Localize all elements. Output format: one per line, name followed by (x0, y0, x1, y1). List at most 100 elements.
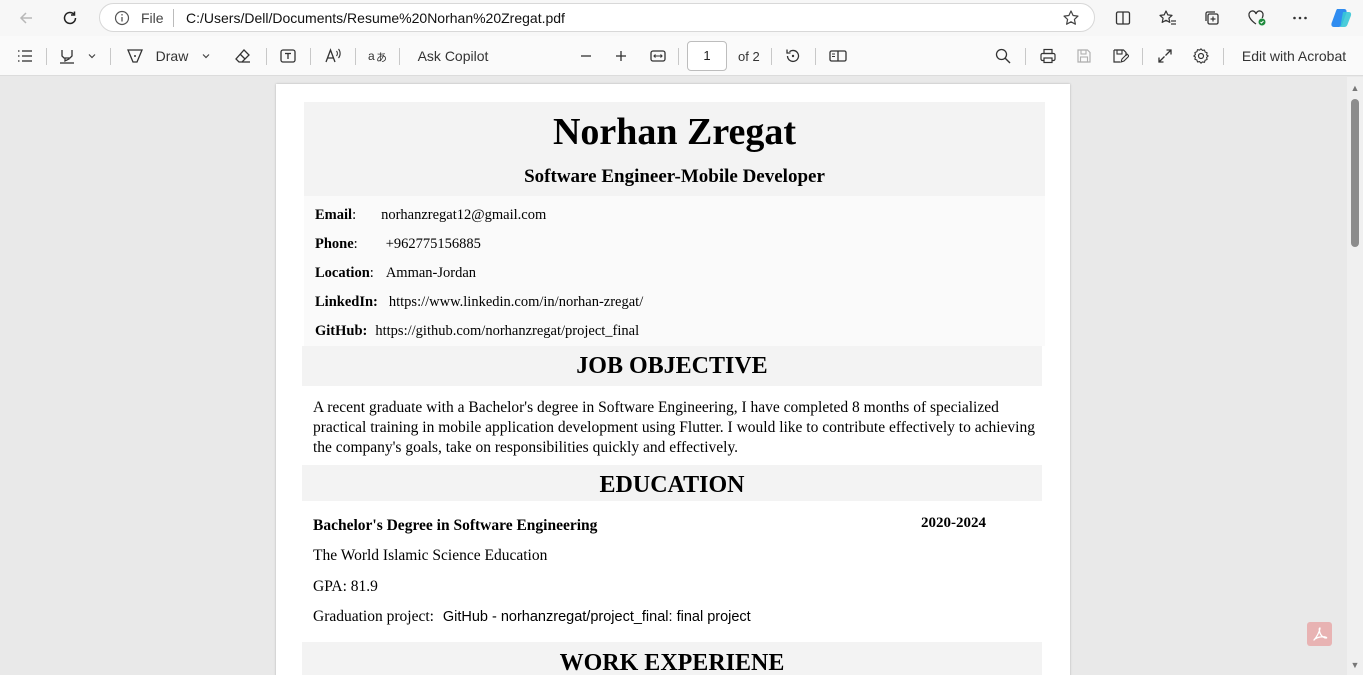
search-icon (995, 48, 1011, 64)
page-view-button[interactable] (827, 44, 849, 68)
toolbar-divider (355, 48, 356, 65)
browser-address-bar: File C:/Users/Dell/Documents/Resume%20No… (0, 0, 1363, 36)
toolbar-divider (110, 48, 111, 65)
resume-name: Norhan Zregat (552, 111, 797, 153)
education-project: Graduation project: GitHub - norhanzrega… (313, 608, 751, 626)
education-heading: EDUCATION (302, 465, 1042, 501)
zoom-in-button[interactable] (611, 44, 631, 68)
education-degree: Bachelor's Degree in Software Engineerin… (313, 517, 598, 534)
contact-location-row: Location: Amman-Jordan (315, 265, 476, 282)
settings-button[interactable] (1190, 44, 1212, 68)
add-text-button[interactable] (277, 44, 299, 68)
save-as-button[interactable] (1109, 44, 1131, 68)
fit-to-page-button[interactable] (647, 44, 669, 68)
scroll-thumb[interactable] (1351, 99, 1359, 247)
toolbar-divider (310, 48, 311, 65)
draw-label: Draw (155, 48, 189, 64)
file-scheme-label: File (141, 10, 164, 26)
erase-button[interactable] (232, 44, 254, 68)
draw-options-dropdown[interactable] (198, 44, 214, 68)
email-label: Email (315, 207, 353, 223)
linkedin-link[interactable]: https://www.linkedin.com/in/norhan-zrega… (389, 294, 643, 310)
graduation-project-link[interactable]: GitHub - norhanzregat/project_final: fin… (443, 609, 751, 625)
zoom-out-button[interactable] (576, 44, 596, 68)
pdf-page: Norhan Zregat Software Engineer-Mobile D… (276, 84, 1070, 675)
list-icon (18, 50, 32, 62)
copilot-icon (1331, 9, 1352, 27)
translate-button[interactable]: aあ (366, 44, 388, 68)
browser-essentials-button[interactable] (1244, 5, 1270, 31)
ask-copilot-button[interactable]: Ask Copilot (416, 44, 490, 68)
email-value[interactable]: norhanzregat12@gmail.com (381, 207, 546, 223)
page-total-label: of 2 (738, 49, 760, 64)
edit-with-acrobat-button[interactable]: Edit with Acrobat (1238, 44, 1350, 68)
gear-icon (1193, 48, 1209, 64)
toolbar-divider (1223, 48, 1224, 65)
scroll-down-icon[interactable]: ▼ (1350, 660, 1360, 670)
save-disk-icon (1077, 49, 1091, 63)
highlight-button[interactable] (56, 44, 78, 68)
toolbar-divider (815, 48, 816, 65)
url-divider (173, 9, 174, 27)
resume-title: Software Engineer-Mobile Developer (524, 166, 825, 187)
print-button[interactable] (1037, 44, 1059, 68)
read-aloud-button[interactable] (322, 44, 344, 68)
highlight-options-dropdown[interactable] (84, 44, 100, 68)
fit-width-icon (650, 50, 666, 62)
toolbar-divider (1025, 48, 1026, 65)
vertical-scrollbar[interactable]: ▲ ▼ (1347, 77, 1363, 675)
graduation-project-label: Graduation project: (313, 608, 434, 625)
eraser-icon (235, 49, 250, 63)
acrobat-button[interactable] (1307, 622, 1332, 646)
favorite-star-icon[interactable] (1062, 9, 1080, 27)
toolbar-divider (771, 48, 772, 65)
contents-button[interactable] (14, 44, 36, 68)
search-button[interactable] (992, 44, 1014, 68)
highlighter-icon (60, 50, 74, 64)
copilot-button[interactable] (1329, 5, 1355, 31)
favorites-icon (1159, 10, 1176, 25)
translate-icon: aあ (368, 49, 387, 64)
more-menu-button[interactable] (1287, 5, 1313, 31)
job-objective-text: A recent graduate with a Bachelor's degr… (313, 399, 1035, 456)
toolbar-divider (1142, 48, 1143, 65)
collections-button[interactable] (1199, 5, 1225, 31)
split-screen-button[interactable] (1110, 5, 1136, 31)
url-text[interactable]: C:/Users/Dell/Documents/Resume%20Norhan%… (186, 10, 565, 26)
email-colon: : (352, 207, 357, 223)
phone-value: +962775156885 (385, 236, 481, 252)
toolbar-divider (266, 48, 267, 65)
pdf-toolbar: Draw aあ Ask Copilot 1 of 2 Edit with Acr… (0, 36, 1363, 76)
education-years: 2020-2024 (921, 515, 986, 531)
svg-text:a: a (368, 49, 375, 63)
save-as-icon (1113, 49, 1129, 63)
rotate-icon (786, 49, 800, 63)
split-screen-icon (1115, 11, 1131, 25)
url-box[interactable]: File C:/Users/Dell/Documents/Resume%20No… (99, 3, 1095, 32)
education-school: The World Islamic Science Education (313, 547, 548, 564)
expand-icon (1158, 49, 1172, 63)
pdf-viewer[interactable]: Norhan Zregat Software Engineer-Mobile D… (0, 77, 1363, 675)
education-gpa: GPA: 81.9 (313, 578, 378, 595)
plus-icon (616, 51, 626, 61)
location-value: Amman-Jordan (385, 265, 477, 281)
svg-text:あ: あ (376, 51, 387, 64)
draw-button[interactable]: Draw (124, 44, 190, 68)
favorites-button[interactable] (1155, 5, 1181, 31)
scroll-up-icon[interactable]: ▲ (1350, 83, 1360, 93)
phone-label: Phone (315, 236, 354, 252)
acrobat-logo-icon (1312, 627, 1327, 641)
fullscreen-button[interactable] (1154, 44, 1176, 68)
job-objective-heading: JOB OBJECTIVE (302, 346, 1042, 386)
reload-button[interactable] (56, 4, 84, 32)
page-number-input[interactable]: 1 (687, 41, 727, 71)
github-link[interactable]: https://github.com/norhanzregat/project_… (375, 323, 639, 339)
rotate-button[interactable] (782, 44, 804, 68)
back-button[interactable] (12, 4, 40, 32)
github-label: GitHub: (315, 323, 368, 339)
toolbar-divider (46, 48, 47, 65)
chevron-down-icon (202, 54, 210, 59)
collections-icon (1205, 11, 1219, 25)
save-button[interactable] (1073, 44, 1095, 68)
info-icon[interactable] (114, 10, 130, 26)
